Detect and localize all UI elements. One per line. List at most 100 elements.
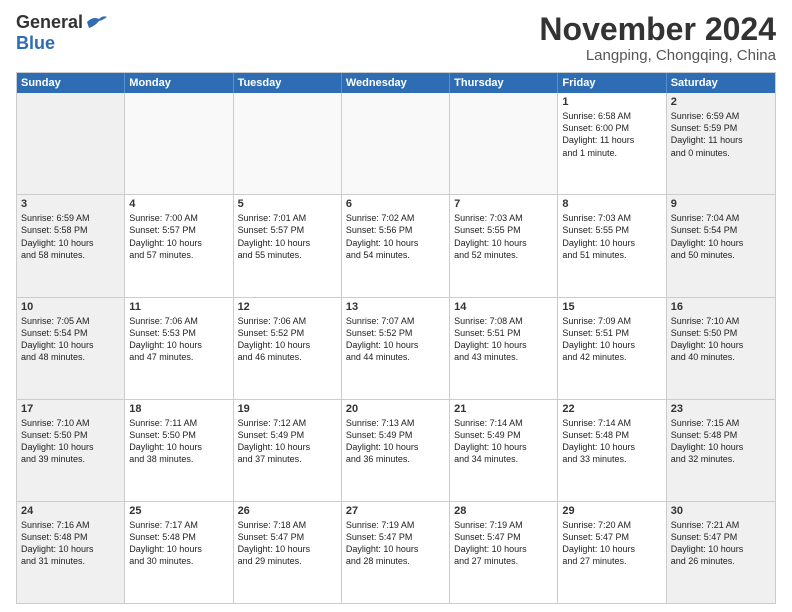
calendar-cell: 30 Sunrise: 7:21 AM Sunset: 5:47 PM Dayli…	[667, 502, 775, 603]
day-info: Sunrise: 7:06 AM Sunset: 5:53 PM Dayligh…	[129, 315, 228, 364]
day-number: 21	[454, 403, 553, 415]
day-number: 30	[671, 505, 771, 517]
calendar-cell: 15 Sunrise: 7:09 AM Sunset: 5:51 PM Dayli…	[558, 298, 666, 399]
day-number: 19	[238, 403, 337, 415]
calendar-cell: 13 Sunrise: 7:07 AM Sunset: 5:52 PM Dayli…	[342, 298, 450, 399]
calendar-cell: 4Sunrise: 7:00 AM Sunset: 5:57 PM Daylig…	[125, 195, 233, 296]
day-info: Sunrise: 7:02 AM Sunset: 5:56 PM Dayligh…	[346, 212, 445, 261]
calendar-cell: 1Sunrise: 6:58 AM Sunset: 6:00 PM Daylig…	[558, 93, 666, 194]
day-number: 5	[238, 198, 337, 210]
day-number: 23	[671, 403, 771, 415]
day-number: 2	[671, 96, 771, 108]
day-info: Sunrise: 7:08 AM Sunset: 5:51 PM Dayligh…	[454, 315, 553, 364]
title-area: November 2024 Langping, Chongqing, China	[539, 12, 776, 64]
calendar-cell	[125, 93, 233, 194]
day-info: Sunrise: 7:21 AM Sunset: 5:47 PM Dayligh…	[671, 519, 771, 568]
calendar-cell: 16 Sunrise: 7:10 AM Sunset: 5:50 PM Dayli…	[667, 298, 775, 399]
calendar: SundayMondayTuesdayWednesdayThursdayFrid…	[16, 72, 776, 604]
header-day-saturday: Saturday	[667, 73, 775, 93]
calendar-cell	[17, 93, 125, 194]
calendar-cell: 20Sunrise: 7:13 AM Sunset: 5:49 PM Dayli…	[342, 400, 450, 501]
day-info: Sunrise: 6:59 AM Sunset: 5:58 PM Dayligh…	[21, 212, 120, 261]
day-number: 27	[346, 505, 445, 517]
calendar-cell: 25Sunrise: 7:17 AM Sunset: 5:48 PM Dayli…	[125, 502, 233, 603]
calendar-cell: 14 Sunrise: 7:08 AM Sunset: 5:51 PM Dayli…	[450, 298, 558, 399]
day-number: 9	[671, 198, 771, 210]
day-number: 24	[21, 505, 120, 517]
day-info: Sunrise: 7:19 AM Sunset: 5:47 PM Dayligh…	[454, 519, 553, 568]
day-info: Sunrise: 6:58 AM Sunset: 6:00 PM Dayligh…	[562, 110, 661, 159]
header-day-friday: Friday	[558, 73, 666, 93]
day-number: 10	[21, 301, 120, 313]
calendar-cell: 5 Sunrise: 7:01 AM Sunset: 5:57 PM Daylig…	[234, 195, 342, 296]
day-number: 7	[454, 198, 553, 210]
calendar-cell: 6 Sunrise: 7:02 AM Sunset: 5:56 PM Daylig…	[342, 195, 450, 296]
day-info: Sunrise: 7:10 AM Sunset: 5:50 PM Dayligh…	[671, 315, 771, 364]
day-info: Sunrise: 6:59 AM Sunset: 5:59 PM Dayligh…	[671, 110, 771, 159]
day-number: 14	[454, 301, 553, 313]
calendar-body: 1Sunrise: 6:58 AM Sunset: 6:00 PM Daylig…	[17, 93, 775, 603]
day-number: 15	[562, 301, 661, 313]
day-info: Sunrise: 7:14 AM Sunset: 5:48 PM Dayligh…	[562, 417, 661, 466]
day-number: 28	[454, 505, 553, 517]
week-row-0: 1Sunrise: 6:58 AM Sunset: 6:00 PM Daylig…	[17, 93, 775, 194]
calendar-cell: 27Sunrise: 7:19 AM Sunset: 5:47 PM Dayli…	[342, 502, 450, 603]
week-row-2: 10Sunrise: 7:05 AM Sunset: 5:54 PM Dayli…	[17, 297, 775, 399]
header: General Blue November 2024 Langping, Cho…	[16, 12, 776, 64]
header-day-sunday: Sunday	[17, 73, 125, 93]
calendar-cell: 18 Sunrise: 7:11 AM Sunset: 5:50 PM Dayli…	[125, 400, 233, 501]
header-day-monday: Monday	[125, 73, 233, 93]
day-info: Sunrise: 7:18 AM Sunset: 5:47 PM Dayligh…	[238, 519, 337, 568]
logo-bird-icon	[85, 14, 107, 30]
day-info: Sunrise: 7:04 AM Sunset: 5:54 PM Dayligh…	[671, 212, 771, 261]
calendar-cell: 3 Sunrise: 6:59 AM Sunset: 5:58 PM Daylig…	[17, 195, 125, 296]
day-number: 26	[238, 505, 337, 517]
calendar-cell: 28 Sunrise: 7:19 AM Sunset: 5:47 PM Dayli…	[450, 502, 558, 603]
calendar-cell: 29 Sunrise: 7:20 AM Sunset: 5:47 PM Dayli…	[558, 502, 666, 603]
day-info: Sunrise: 7:03 AM Sunset: 5:55 PM Dayligh…	[562, 212, 661, 261]
day-info: Sunrise: 7:09 AM Sunset: 5:51 PM Dayligh…	[562, 315, 661, 364]
header-day-wednesday: Wednesday	[342, 73, 450, 93]
day-info: Sunrise: 7:13 AM Sunset: 5:49 PM Dayligh…	[346, 417, 445, 466]
day-number: 17	[21, 403, 120, 415]
calendar-cell: 23 Sunrise: 7:15 AM Sunset: 5:48 PM Dayli…	[667, 400, 775, 501]
calendar-cell: 17Sunrise: 7:10 AM Sunset: 5:50 PM Dayli…	[17, 400, 125, 501]
calendar-header: SundayMondayTuesdayWednesdayThursdayFrid…	[17, 73, 775, 93]
location: Langping, Chongqing, China	[539, 47, 776, 64]
day-info: Sunrise: 7:07 AM Sunset: 5:52 PM Dayligh…	[346, 315, 445, 364]
month-title: November 2024	[539, 12, 776, 47]
day-number: 22	[562, 403, 661, 415]
calendar-cell: 21 Sunrise: 7:14 AM Sunset: 5:49 PM Dayli…	[450, 400, 558, 501]
page: General Blue November 2024 Langping, Cho…	[0, 0, 792, 612]
day-number: 12	[238, 301, 337, 313]
day-info: Sunrise: 7:20 AM Sunset: 5:47 PM Dayligh…	[562, 519, 661, 568]
day-number: 18	[129, 403, 228, 415]
calendar-cell: 2 Sunrise: 6:59 AM Sunset: 5:59 PM Daylig…	[667, 93, 775, 194]
header-day-tuesday: Tuesday	[234, 73, 342, 93]
calendar-cell	[450, 93, 558, 194]
day-number: 29	[562, 505, 661, 517]
day-number: 6	[346, 198, 445, 210]
day-info: Sunrise: 7:16 AM Sunset: 5:48 PM Dayligh…	[21, 519, 120, 568]
day-info: Sunrise: 7:06 AM Sunset: 5:52 PM Dayligh…	[238, 315, 337, 364]
day-info: Sunrise: 7:12 AM Sunset: 5:49 PM Dayligh…	[238, 417, 337, 466]
day-info: Sunrise: 7:15 AM Sunset: 5:48 PM Dayligh…	[671, 417, 771, 466]
week-row-1: 3 Sunrise: 6:59 AM Sunset: 5:58 PM Daylig…	[17, 194, 775, 296]
day-number: 16	[671, 301, 771, 313]
day-info: Sunrise: 7:17 AM Sunset: 5:48 PM Dayligh…	[129, 519, 228, 568]
calendar-cell	[234, 93, 342, 194]
calendar-cell: 12 Sunrise: 7:06 AM Sunset: 5:52 PM Dayli…	[234, 298, 342, 399]
calendar-cell: 9 Sunrise: 7:04 AM Sunset: 5:54 PM Daylig…	[667, 195, 775, 296]
calendar-cell: 10Sunrise: 7:05 AM Sunset: 5:54 PM Dayli…	[17, 298, 125, 399]
day-info: Sunrise: 7:00 AM Sunset: 5:57 PM Dayligh…	[129, 212, 228, 261]
calendar-cell: 8Sunrise: 7:03 AM Sunset: 5:55 PM Daylig…	[558, 195, 666, 296]
calendar-cell: 7Sunrise: 7:03 AM Sunset: 5:55 PM Daylig…	[450, 195, 558, 296]
day-number: 3	[21, 198, 120, 210]
day-info: Sunrise: 7:01 AM Sunset: 5:57 PM Dayligh…	[238, 212, 337, 261]
day-info: Sunrise: 7:11 AM Sunset: 5:50 PM Dayligh…	[129, 417, 228, 466]
day-number: 13	[346, 301, 445, 313]
calendar-cell: 22 Sunrise: 7:14 AM Sunset: 5:48 PM Dayli…	[558, 400, 666, 501]
calendar-cell	[342, 93, 450, 194]
day-info: Sunrise: 7:14 AM Sunset: 5:49 PM Dayligh…	[454, 417, 553, 466]
logo: General Blue	[16, 12, 107, 54]
